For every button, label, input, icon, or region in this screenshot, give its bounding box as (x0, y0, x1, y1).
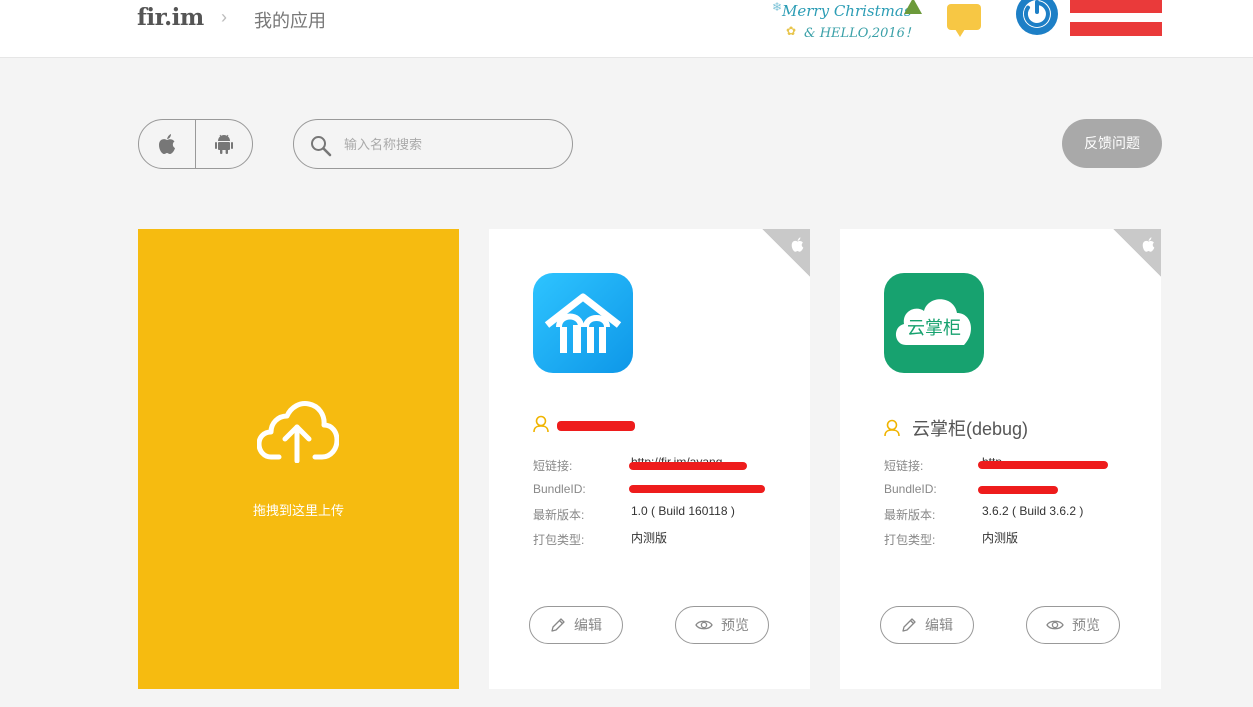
app-name-row: 云掌柜(debug) (884, 415, 1028, 441)
edit-button[interactable]: 编辑 (529, 606, 623, 644)
app-info: 短链接: http://fir.im/ayang BundleID: 最新版本:… (533, 455, 793, 556)
short-link-label: 短链接: (533, 459, 573, 473)
person-icon (884, 419, 900, 437)
cloud-upload-icon (257, 401, 339, 463)
breadcrumb-separator: › (221, 7, 227, 27)
tree-icon (904, 0, 922, 14)
pencil-icon (551, 618, 565, 632)
build-type-value: 内测版 (631, 530, 668, 545)
upload-label: 拖拽到这里上传 (252, 503, 344, 518)
app-card[interactable]: 短链接: http://fir.im/ayang BundleID: 最新版本:… (489, 229, 810, 689)
christmas-banner: ❄ Merry Christmas ✿ & HELLO,2016！ (772, 0, 937, 42)
version-row: 最新版本: 3.6.2 ( Build 3.6.2 ) (884, 504, 1144, 531)
build-type-label: 打包类型: (884, 532, 936, 547)
banner-line-1: Merry Christmas (782, 2, 912, 20)
pencil-icon (902, 618, 916, 632)
platform-badge (1113, 229, 1161, 277)
app-icon-text: 云掌柜 (907, 318, 961, 339)
redaction-mark (629, 485, 765, 493)
build-type-row: 打包类型: 内测版 (884, 531, 1144, 556)
page-title: 我的应用 (254, 11, 326, 31)
version-value: 3.6.2 ( Build 3.6.2 ) (982, 504, 1084, 518)
snowflake-icon: ❄ (772, 0, 783, 14)
app-card[interactable]: 云掌柜 云掌柜(debug) 短链接: http BundleID: 最新版本:… (840, 229, 1161, 689)
platform-badge (762, 229, 810, 277)
android-icon (215, 134, 233, 154)
apple-icon (159, 134, 175, 154)
version-row: 最新版本: 1.0 ( Build 160118 ) (533, 504, 793, 531)
chat-bubble-icon[interactable] (947, 4, 981, 37)
bundle-id-label: BundleID: (533, 481, 586, 496)
short-link-label: 短链接: (884, 459, 924, 473)
flower-icon: ✿ (786, 24, 797, 38)
build-type-value: 内测版 (982, 530, 1019, 545)
app-icon[interactable]: 云掌柜 (884, 273, 984, 373)
eye-icon (695, 620, 713, 630)
app-info: 短链接: http BundleID: 最新版本: 3.6.2 ( Build … (884, 455, 1144, 556)
build-type-row: 打包类型: 内测版 (533, 531, 793, 556)
edit-label: 编辑 (574, 617, 602, 633)
logo-link[interactable]: fir.im (137, 4, 204, 31)
preview-label: 预览 (721, 617, 749, 633)
redaction-mark (978, 461, 1108, 469)
eye-icon (1046, 620, 1064, 630)
edit-label: 编辑 (925, 617, 953, 633)
bundle-id-label: BundleID: (884, 481, 937, 496)
version-label: 最新版本: (533, 508, 585, 522)
apple-icon (1142, 237, 1155, 252)
preview-button[interactable]: 预览 (675, 606, 769, 644)
version-value: 1.0 ( Build 160118 ) (631, 504, 735, 518)
apple-icon (791, 237, 804, 252)
preview-label: 预览 (1072, 617, 1100, 633)
redaction-mark (629, 462, 747, 470)
platform-filter (138, 119, 253, 169)
app-icon[interactable] (533, 273, 633, 373)
search-field (293, 119, 573, 169)
preview-button[interactable]: 预览 (1026, 606, 1120, 644)
redacted-username (1070, 0, 1162, 36)
upload-dropzone[interactable]: 拖拽到这里上传 (138, 229, 459, 689)
avatar[interactable] (1012, 0, 1062, 40)
edit-button[interactable]: 编辑 (880, 606, 974, 644)
app-name: 云掌柜(debug) (912, 419, 1029, 439)
version-label: 最新版本: (884, 508, 936, 522)
redaction-mark (557, 421, 635, 431)
search-input[interactable] (344, 132, 554, 156)
build-type-label: 打包类型: (533, 532, 585, 547)
feedback-button[interactable]: 反馈问题 (1062, 119, 1162, 168)
top-bar: fir.im › 我的应用 ❄ Merry Christmas ✿ & HELL… (0, 0, 1253, 58)
person-icon (533, 415, 549, 433)
filter-android-button[interactable] (195, 120, 252, 168)
banner-line-2: & HELLO,2016！ (804, 26, 918, 41)
redaction-mark (978, 486, 1058, 494)
search-icon (311, 136, 332, 157)
filter-ios-button[interactable] (139, 120, 195, 168)
